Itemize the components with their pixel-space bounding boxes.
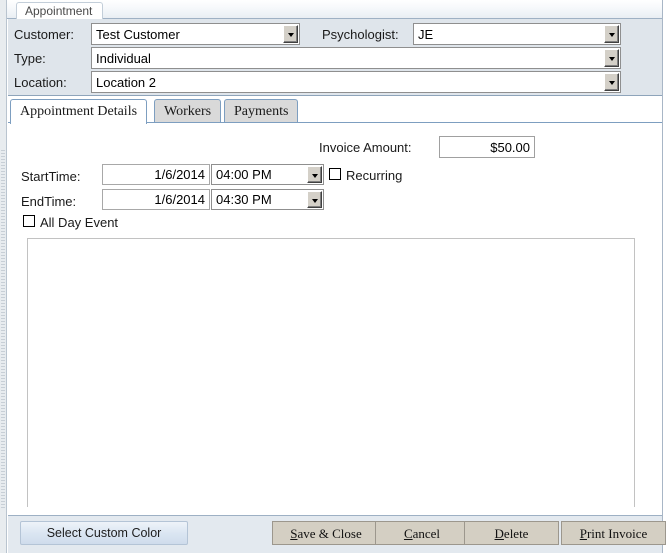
all-day-event-label: All Day Event xyxy=(40,215,119,230)
recurring-checkbox[interactable] xyxy=(329,168,341,180)
footer-button-bar: Select Custom Color Save & Close Cancel … xyxy=(8,515,666,553)
location-combobox[interactable]: Location 2 xyxy=(91,71,621,93)
appointment-form-window: Appointment Customer: Test Customer Psyc… xyxy=(0,0,670,553)
title-bar: Appointment xyxy=(7,0,662,19)
chevron-down-icon[interactable] xyxy=(307,166,322,183)
tab-appointment-details[interactable]: Appointment Details xyxy=(10,99,148,124)
customer-value: Test Customer xyxy=(96,27,180,41)
chevron-down-icon[interactable] xyxy=(604,73,619,91)
start-date-field[interactable]: 1/6/2014 xyxy=(102,164,210,185)
record-selector-hatch xyxy=(1,150,5,510)
appointment-details-panel: Invoice Amount: $50.00 StartTime: 1/6/20… xyxy=(8,123,662,513)
chevron-down-icon[interactable] xyxy=(604,49,619,67)
type-label: Type: xyxy=(14,51,46,66)
save-and-close-button[interactable]: Save & Close xyxy=(272,521,380,545)
invoice-amount-value: $50.00 xyxy=(490,140,530,154)
tab-strip: Appointment Details Workers Payments xyxy=(8,96,662,124)
type-value: Individual xyxy=(96,51,151,65)
cancel-accel: C xyxy=(403,526,413,541)
select-custom-color-button[interactable]: Select Custom Color xyxy=(20,521,188,545)
all-day-event-checkbox[interactable] xyxy=(23,215,35,227)
psychologist-combobox[interactable]: JE xyxy=(413,23,621,45)
end-time-combobox[interactable]: 04:30 PM xyxy=(211,189,324,210)
window-right-edge xyxy=(662,0,670,553)
chevron-down-icon[interactable] xyxy=(604,25,619,43)
start-time-value: 04:00 PM xyxy=(216,168,272,181)
invoice-amount-field[interactable]: $50.00 xyxy=(439,136,535,158)
delete-button[interactable]: Delete xyxy=(464,521,559,545)
save-and-close-rest: ave & Close xyxy=(297,526,362,541)
psychologist-label: Psychologist: xyxy=(322,27,399,42)
start-date-value: 1/6/2014 xyxy=(154,168,205,181)
end-date-field[interactable]: 1/6/2014 xyxy=(102,189,210,210)
print-invoice-rest: rint Invoice xyxy=(586,526,648,541)
start-time-combobox[interactable]: 04:00 PM xyxy=(211,164,324,185)
chevron-down-icon[interactable] xyxy=(307,191,322,208)
cancel-rest: ancel xyxy=(412,526,441,541)
cancel-button[interactable]: Cancel xyxy=(375,521,469,545)
print-invoice-button[interactable]: Print Invoice xyxy=(561,521,666,545)
delete-accel: D xyxy=(494,526,504,541)
panel-spacer xyxy=(8,507,662,515)
location-label: Location: xyxy=(14,75,67,90)
location-value: Location 2 xyxy=(96,75,156,89)
header-panel: Customer: Test Customer Psychologist: JE… xyxy=(8,19,662,96)
type-combobox[interactable]: Individual xyxy=(91,47,621,69)
delete-rest: elete xyxy=(503,526,529,541)
end-time-label: EndTime: xyxy=(21,194,77,209)
record-selector-gutter xyxy=(0,0,7,553)
end-date-value: 1/6/2014 xyxy=(154,193,205,206)
window-title: Appointment xyxy=(16,2,104,19)
chevron-down-icon[interactable] xyxy=(283,25,298,43)
psychologist-value: JE xyxy=(418,27,434,41)
end-time-value: 04:30 PM xyxy=(216,193,272,206)
recurring-label: Recurring xyxy=(346,168,403,183)
print-invoice-accel: P xyxy=(579,526,587,541)
tab-payments[interactable]: Payments xyxy=(224,99,299,123)
customer-combobox[interactable]: Test Customer xyxy=(91,23,300,45)
customer-label: Customer: xyxy=(14,27,74,42)
start-time-label: StartTime: xyxy=(21,169,81,184)
tab-workers[interactable]: Workers xyxy=(154,99,222,123)
notes-textarea[interactable] xyxy=(27,238,635,509)
invoice-amount-label: Invoice Amount: xyxy=(319,140,412,155)
